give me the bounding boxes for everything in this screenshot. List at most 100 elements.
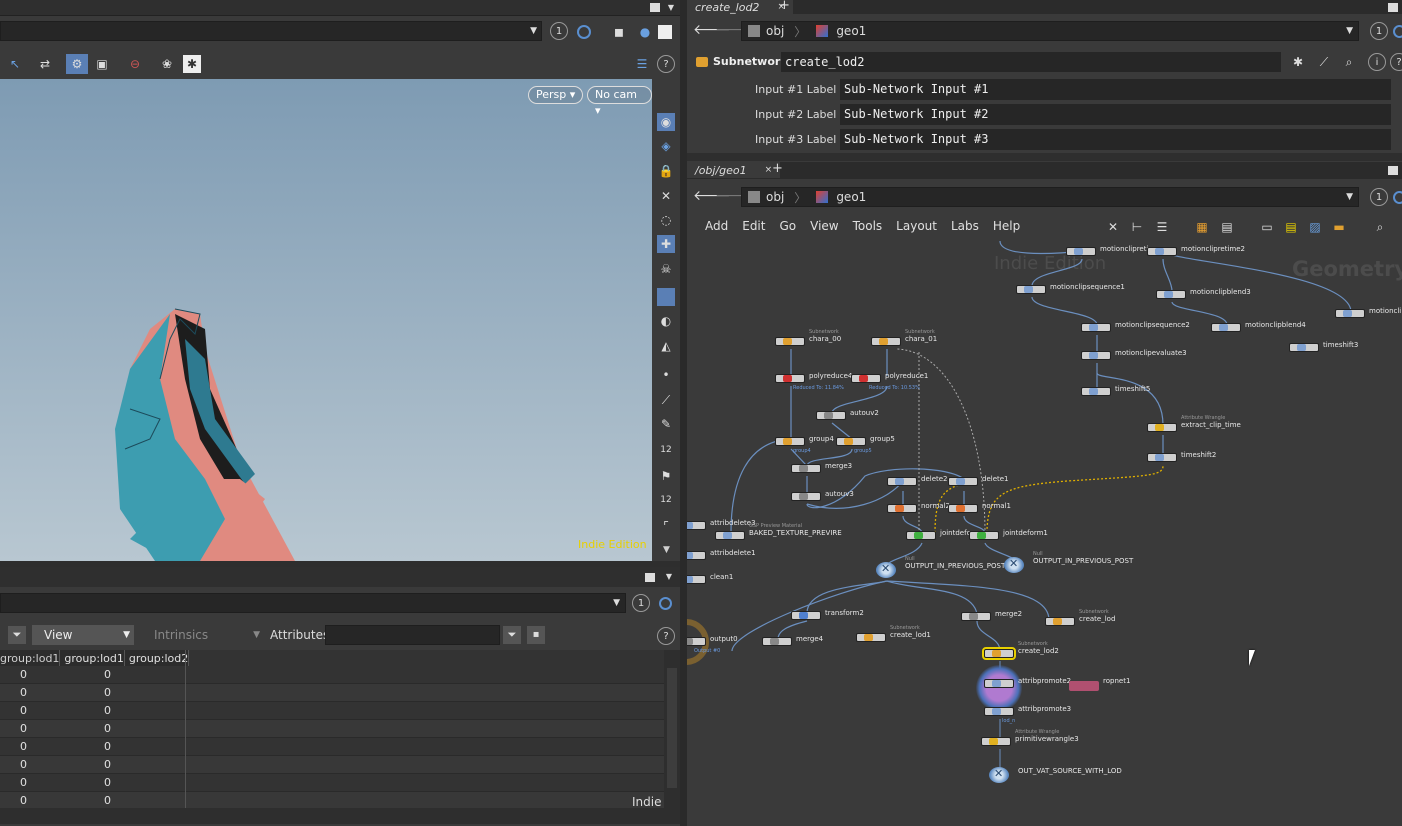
bone-icon[interactable]: ✕ bbox=[657, 187, 675, 205]
add-tab-icon[interactable]: + bbox=[772, 161, 783, 176]
pin-circle-icon[interactable]: 1 bbox=[632, 594, 650, 612]
node-create-lod1[interactable] bbox=[856, 633, 886, 642]
node-name-field[interactable]: create_lod2 bbox=[781, 52, 1281, 72]
node-normal1[interactable] bbox=[948, 504, 978, 513]
table-row[interactable]: 00 bbox=[0, 720, 664, 738]
intrinsics-dropdown[interactable]: Intrinsics ▼ bbox=[144, 625, 264, 645]
node-attribpromote3[interactable] bbox=[984, 707, 1014, 716]
tree-icon[interactable]: ⊢ bbox=[1128, 218, 1146, 236]
column-header[interactable]: group:lod2 bbox=[124, 650, 190, 666]
no-entry-icon[interactable]: ⊖ bbox=[126, 55, 144, 73]
node-timeshift5[interactable] bbox=[1081, 387, 1111, 396]
search-icon[interactable]: ⌕ bbox=[1340, 53, 1358, 71]
network-canvas[interactable]: Indie Edition Geometry motionclipretim m… bbox=[687, 241, 1402, 826]
3d-viewport[interactable]: Persp ▾ No cam ▾ Indie Edition bbox=[0, 79, 652, 561]
grid-icon[interactable]: ▤ bbox=[1218, 218, 1236, 236]
number-alt-icon[interactable]: 12 bbox=[657, 491, 675, 509]
node-ropnet1[interactable] bbox=[1069, 681, 1099, 691]
flag-icon[interactable]: ⚑ bbox=[657, 467, 675, 485]
sphere-toggle-icon[interactable] bbox=[657, 288, 675, 306]
table-row[interactable]: 00 bbox=[0, 738, 664, 756]
node-out-vat-source-with-lod[interactable]: ✕ bbox=[989, 767, 1009, 783]
node-chara-01[interactable] bbox=[871, 337, 901, 346]
lock-icon[interactable]: 🔒 bbox=[657, 162, 675, 180]
table-row[interactable]: 00 bbox=[0, 756, 664, 774]
sphere-icon[interactable]: ● bbox=[636, 23, 654, 41]
display-icon[interactable]: ◈ bbox=[657, 137, 675, 155]
node-polyreduce4[interactable] bbox=[775, 374, 805, 383]
node-attribdelete1[interactable] bbox=[687, 551, 706, 560]
table-row[interactable]: 00 bbox=[0, 666, 664, 684]
persp-button[interactable]: Persp ▾ bbox=[528, 86, 584, 104]
snap-icon[interactable]: ⚙ bbox=[66, 54, 88, 74]
node-output0[interactable] bbox=[687, 637, 706, 646]
pane-menu-icon[interactable]: ▼ bbox=[666, 572, 672, 581]
eye-icon[interactable]: ◐ bbox=[657, 312, 675, 330]
pin-circle-icon[interactable]: 1 bbox=[550, 22, 568, 40]
help-icon[interactable]: ? bbox=[1390, 53, 1402, 71]
camera-lock-icon[interactable]: ✚ bbox=[657, 235, 675, 253]
lock-toggle-icon[interactable]: ▪ bbox=[527, 626, 545, 644]
corner-icon[interactable]: ⌜ bbox=[657, 517, 675, 535]
node-timeshift3[interactable] bbox=[1289, 343, 1319, 352]
pen-icon[interactable]: ✎ bbox=[657, 415, 675, 433]
node-merge2[interactable] bbox=[961, 612, 991, 621]
menu-item-view[interactable]: View bbox=[810, 219, 838, 233]
skull-icon[interactable]: ☠ bbox=[657, 260, 675, 278]
node-output-in-previous-post1[interactable]: ✕ bbox=[876, 562, 896, 578]
path-root-label[interactable]: obj bbox=[766, 190, 784, 204]
node-motionclipblend4[interactable] bbox=[1211, 323, 1241, 332]
node-chara-00[interactable] bbox=[775, 337, 805, 346]
node-normal2[interactable] bbox=[887, 504, 917, 513]
brush-icon[interactable]: ⟋ bbox=[657, 391, 675, 409]
menu-item-labs[interactable]: Labs bbox=[951, 219, 979, 233]
table-row[interactable]: 00 bbox=[0, 702, 664, 720]
menu-item-tools[interactable]: Tools bbox=[853, 219, 883, 233]
node-transform2[interactable] bbox=[791, 611, 821, 620]
pin-circle-icon[interactable]: 1 bbox=[1370, 22, 1388, 40]
grid-color-icon[interactable]: ▦ bbox=[1193, 218, 1211, 236]
table-row[interactable]: 00 bbox=[0, 774, 664, 792]
settings-icon[interactable]: ✱ bbox=[183, 55, 201, 73]
node-motionclipevaluate3[interactable] bbox=[1081, 351, 1111, 360]
network-box-icon[interactable]: ▬ bbox=[1330, 218, 1348, 236]
select-arrow-icon[interactable]: ↖ bbox=[6, 55, 24, 73]
camera-button[interactable]: No cam ▾ bbox=[587, 86, 652, 117]
search-icon[interactable]: ⌕ bbox=[1371, 218, 1389, 236]
pane-menu-icon[interactable]: ▼ bbox=[668, 3, 674, 12]
node-delete1[interactable] bbox=[948, 477, 978, 486]
node-group5[interactable] bbox=[836, 437, 866, 446]
scene-path-combo[interactable]: ▼ bbox=[0, 21, 542, 41]
pane-maximize-icon[interactable] bbox=[650, 3, 660, 12]
pane-splitter-horizontal[interactable] bbox=[687, 153, 1402, 161]
render-icon[interactable]: ❀ bbox=[158, 55, 176, 73]
menu-item-add[interactable]: Add bbox=[705, 219, 728, 233]
link-target-icon[interactable] bbox=[659, 597, 672, 610]
input-label-field[interactable]: Sub-Network Input #3 bbox=[840, 129, 1391, 150]
cube-icon[interactable]: ◼ bbox=[610, 23, 628, 41]
node-autouv3[interactable] bbox=[791, 492, 821, 501]
node-output-in-previous-post[interactable]: ✕ bbox=[1004, 557, 1024, 573]
node-motionclipretime2[interactable] bbox=[1147, 247, 1177, 256]
spreadsheet-path-combo[interactable]: ▼ bbox=[0, 593, 626, 613]
node-merge4[interactable] bbox=[762, 637, 792, 646]
spreadsheet-vertical-scrollbar[interactable] bbox=[664, 650, 680, 808]
transform-handle-icon[interactable]: ⇄ bbox=[36, 55, 54, 73]
filter-apply-icon[interactable]: ⏷ bbox=[503, 626, 521, 644]
spreadsheet-horizontal-scrollbar[interactable] bbox=[0, 808, 680, 824]
menu-item-layout[interactable]: Layout bbox=[896, 219, 937, 233]
view-dropdown[interactable]: View ▼ bbox=[32, 625, 134, 645]
node-group4[interactable] bbox=[775, 437, 805, 446]
node-jointdeform2[interactable] bbox=[906, 531, 936, 540]
pane-maximize-icon[interactable] bbox=[1388, 166, 1398, 175]
pane-maximize-icon[interactable] bbox=[1388, 3, 1398, 12]
node-motionclipblend3[interactable] bbox=[1156, 290, 1186, 299]
pane-maximize-icon[interactable] bbox=[645, 573, 655, 582]
info-icon[interactable]: i bbox=[1368, 53, 1386, 71]
node-delete2[interactable] bbox=[887, 477, 917, 486]
tab-obj-geo1[interactable]: /obj/geo1 × bbox=[687, 162, 781, 178]
light-icon[interactable]: ◌ bbox=[657, 211, 675, 229]
node-clean1[interactable] bbox=[687, 575, 706, 584]
tab-create-lod2[interactable]: create_lod2 × bbox=[687, 0, 793, 15]
brush-icon[interactable]: ⟋ bbox=[1315, 53, 1333, 71]
